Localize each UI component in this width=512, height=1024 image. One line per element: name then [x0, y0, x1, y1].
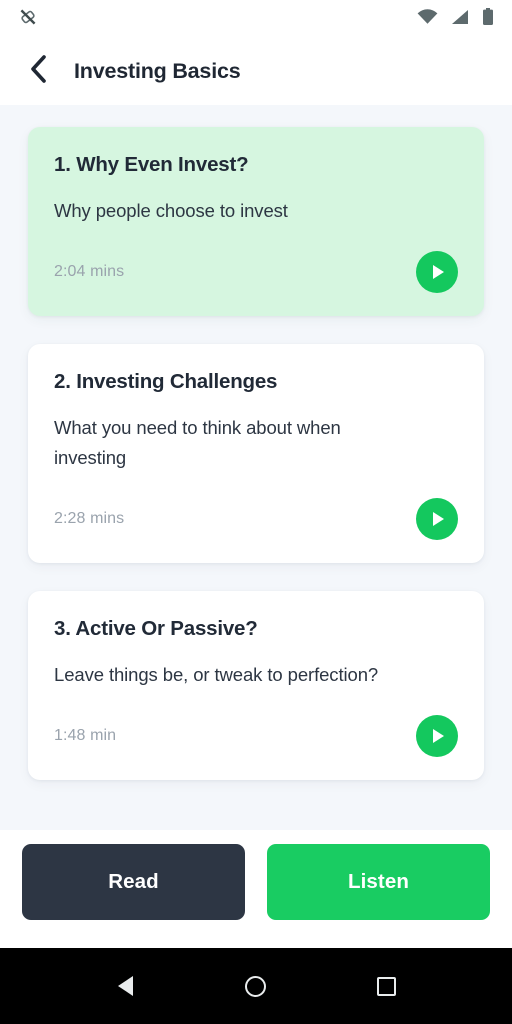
cellular-signal-icon: [451, 9, 469, 30]
lesson-duration: 2:04 mins: [54, 262, 125, 280]
lesson-duration: 2:28 mins: [54, 509, 125, 527]
lesson-card[interactable]: 1. Why Even Invest? Why people choose to…: [28, 127, 484, 316]
lesson-footer: 1:48 min: [54, 714, 458, 758]
lesson-title: 1. Why Even Invest?: [54, 153, 249, 176]
back-button[interactable]: [24, 55, 52, 89]
play-button[interactable]: [416, 250, 458, 293]
lesson-footer: 2:04 mins: [54, 250, 458, 294]
play-icon: [433, 728, 444, 743]
android-home-icon: [245, 975, 267, 997]
no-sim-icon: [18, 7, 38, 32]
play-button[interactable]: [416, 497, 458, 540]
listen-button[interactable]: Listen: [267, 844, 490, 920]
android-back-button[interactable]: [97, 958, 153, 1014]
lesson-list[interactable]: 1. Why Even Invest? Why people choose to…: [0, 105, 512, 948]
lesson-title: 3. Active Or Passive?: [54, 616, 258, 640]
lesson-title: 2. Investing Challenges: [54, 369, 278, 393]
chevron-left-icon: [27, 54, 49, 89]
action-bar: Read Listen: [0, 830, 512, 948]
app-bar: Investing Basics: [0, 38, 512, 105]
lesson-duration: 1:48 min: [54, 726, 117, 744]
play-icon: [433, 511, 444, 526]
page-title: Investing Basics: [74, 59, 241, 83]
lesson-description: Leave things be, or tweak to perfection?: [54, 663, 379, 685]
lesson-footer: 2:28 mins: [54, 497, 458, 541]
status-bar-left: [18, 7, 38, 32]
phone-screen: Investing Basics 1. Why Even Invest? Why…: [0, 0, 512, 1024]
play-icon: [433, 264, 444, 279]
status-bar-right: [417, 7, 494, 31]
android-home-button[interactable]: [228, 958, 284, 1014]
status-bar: [0, 0, 512, 38]
lesson-description: What you need to think about when invest…: [54, 416, 341, 468]
android-recents-icon: [377, 976, 397, 996]
wifi-icon: [417, 8, 438, 30]
android-recents-button[interactable]: [359, 958, 415, 1014]
android-nav-bar: [0, 948, 512, 1024]
android-back-icon: [117, 976, 133, 996]
battery-icon: [482, 7, 494, 31]
read-button[interactable]: Read: [22, 844, 245, 920]
lesson-card[interactable]: 2. Investing Challenges What you need to…: [28, 343, 484, 563]
play-button[interactable]: [416, 714, 458, 757]
lesson-description: Why people choose to invest: [54, 200, 288, 221]
lesson-card[interactable]: 3. Active Or Passive? Leave things be, o…: [28, 590, 484, 780]
